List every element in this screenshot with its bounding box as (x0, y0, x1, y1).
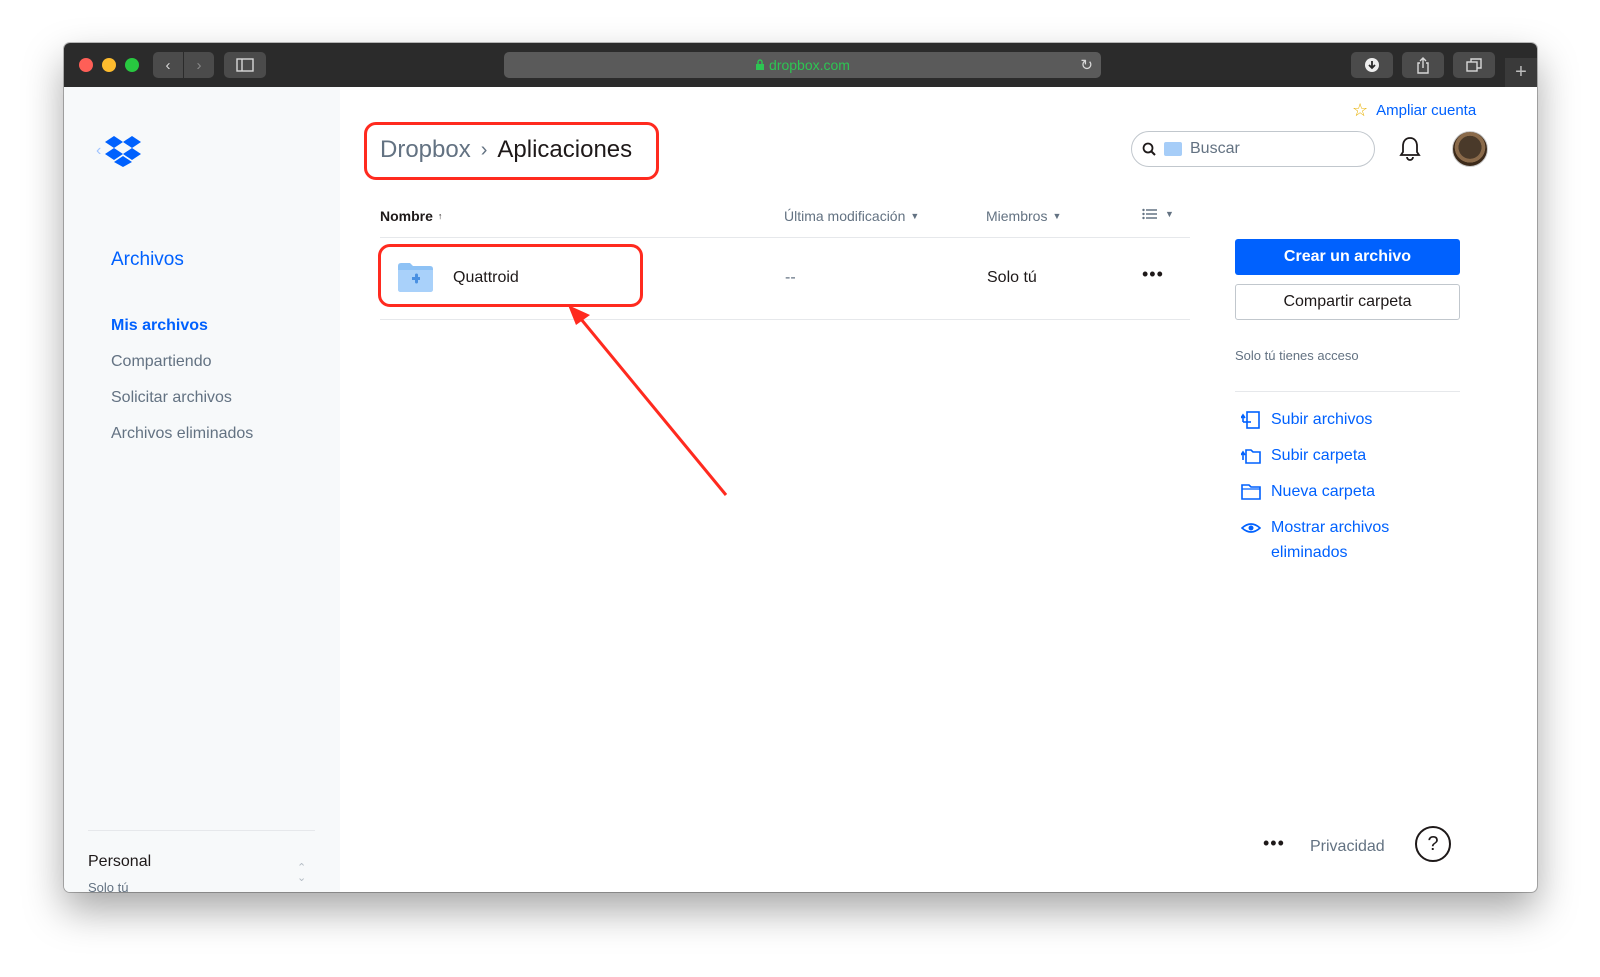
minimize-window-button[interactable] (102, 58, 116, 72)
user-avatar[interactable] (1452, 131, 1488, 167)
reload-icon[interactable]: ↻ (1080, 56, 1093, 74)
upgrade-account-link[interactable]: ☆ Ampliar cuenta (1352, 100, 1476, 121)
lock-icon (756, 59, 765, 70)
list-view-icon (1142, 208, 1157, 220)
upgrade-label: Ampliar cuenta (1376, 102, 1477, 119)
chevron-left-icon: ‹ (165, 56, 171, 74)
dropbox-logo-icon (105, 136, 142, 167)
search-input[interactable] (1190, 140, 1350, 158)
breadcrumb-separator: › (480, 138, 488, 161)
footer-more-icon[interactable]: ••• (1263, 833, 1285, 854)
sidebar-item-compartiendo[interactable]: Compartiendo (111, 353, 212, 371)
column-header-members[interactable]: Miembros ▼ (986, 208, 1061, 224)
share-button[interactable] (1402, 52, 1444, 78)
search-box[interactable] (1131, 131, 1375, 167)
upload-folder-action[interactable]: Subir carpeta (1241, 443, 1366, 468)
view-toggle-button[interactable]: ▼ (1142, 208, 1174, 220)
forward-button[interactable]: › (184, 52, 214, 78)
caret-down-icon: ▼ (1052, 211, 1062, 221)
upload-files-label: Subir archivos (1271, 411, 1373, 428)
collapse-chevron-icon: ‹ (96, 142, 102, 159)
table-row[interactable]: Quattroid -- Solo tú ••• (380, 238, 1190, 319)
notification-bell-icon[interactable] (1398, 135, 1422, 163)
sidebar-divider (88, 830, 315, 831)
upload-folder-label: Subir carpeta (1271, 447, 1367, 464)
zoom-window-button[interactable] (125, 58, 139, 72)
upload-folder-icon (1241, 449, 1261, 464)
sidebar-title[interactable]: Archivos (111, 249, 184, 271)
share-icon (1417, 56, 1429, 74)
new-folder-action[interactable]: Nueva carpeta (1241, 479, 1375, 504)
download-icon (1365, 58, 1379, 72)
left-sidebar: ‹ Archivos Mis archivos Compartiendo Sol… (64, 87, 340, 892)
privacy-link[interactable]: Privacidad (1310, 838, 1385, 856)
caret-down-icon: ▼ (1165, 209, 1174, 219)
close-window-button[interactable] (79, 58, 93, 72)
share-folder-button[interactable]: Compartir carpeta (1235, 284, 1460, 320)
address-bar[interactable]: dropbox.com ↻ (504, 52, 1101, 78)
tabs-overview-button[interactable] (1453, 52, 1495, 78)
row-more-options-icon[interactable]: ••• (1142, 264, 1164, 285)
folder-scope-icon (1164, 142, 1182, 156)
search-icon (1142, 142, 1156, 156)
right-panel-divider (1235, 391, 1460, 392)
account-subtitle: Solo tú (88, 880, 129, 892)
sidebar-icon (236, 58, 254, 72)
column-modified-label: Última modificación (784, 208, 906, 224)
new-tab-button[interactable]: + (1505, 58, 1537, 87)
sidebar-item-archivos-eliminados[interactable]: Archivos eliminados (111, 425, 253, 443)
column-header-modified[interactable]: Última modificación ▼ (784, 208, 919, 224)
file-modified: -- (785, 269, 796, 286)
upload-files-action[interactable]: Subir archivos (1241, 407, 1372, 432)
browser-window: ‹ › dropbox.com ↻ + ‹ Archivos Mis archi… (64, 43, 1537, 892)
upload-files-icon (1241, 411, 1260, 429)
file-name[interactable]: Quattroid (453, 269, 519, 287)
dropbox-logo-link[interactable]: ‹ (96, 135, 142, 167)
sidebar-item-solicitar-archivos[interactable]: Solicitar archivos (111, 389, 232, 407)
breadcrumb-root[interactable]: Dropbox (380, 136, 471, 164)
star-icon: ☆ (1352, 100, 1369, 120)
column-members-label: Miembros (986, 208, 1048, 224)
tabs-icon (1466, 58, 1482, 72)
sidebar-toggle-button[interactable] (224, 52, 266, 78)
sidebar-item-mis-archivos[interactable]: Mis archivos (111, 317, 208, 335)
downloads-button[interactable] (1351, 52, 1393, 78)
breadcrumb-current: Aplicaciones (497, 136, 633, 163)
url-text: dropbox.com (769, 57, 850, 73)
browser-titlebar: ‹ › dropbox.com ↻ + (64, 43, 1537, 87)
account-name[interactable]: Personal (88, 853, 151, 871)
red-arrow-annotation (568, 305, 728, 496)
chevron-right-icon: › (196, 56, 202, 74)
show-deleted-files-action[interactable]: Mostrar archivos eliminados (1241, 515, 1441, 565)
account-switch-icon[interactable]: ⌃ ⌄ (297, 863, 306, 884)
sort-ascending-icon: ↑ (437, 211, 443, 221)
create-file-button[interactable]: Crear un archivo (1235, 239, 1460, 275)
new-folder-label: Nueva carpeta (1271, 483, 1376, 500)
column-name-label: Nombre (380, 208, 433, 224)
access-note: Solo tú tienes acceso (1235, 348, 1359, 363)
eye-icon (1241, 523, 1261, 533)
new-folder-icon (1241, 484, 1261, 500)
column-header-name[interactable]: Nombre ↑ (380, 208, 442, 224)
file-members: Solo tú (987, 269, 1037, 286)
table-row-divider (380, 319, 1190, 320)
app-folder-icon (398, 263, 433, 292)
help-button[interactable]: ? (1415, 826, 1451, 862)
breadcrumb: Dropbox › Aplicaciones (380, 136, 632, 164)
back-button[interactable]: ‹ (153, 52, 183, 78)
show-deleted-files-label: Mostrar archivos eliminados (1271, 519, 1390, 561)
caret-down-icon: ▼ (910, 211, 920, 221)
